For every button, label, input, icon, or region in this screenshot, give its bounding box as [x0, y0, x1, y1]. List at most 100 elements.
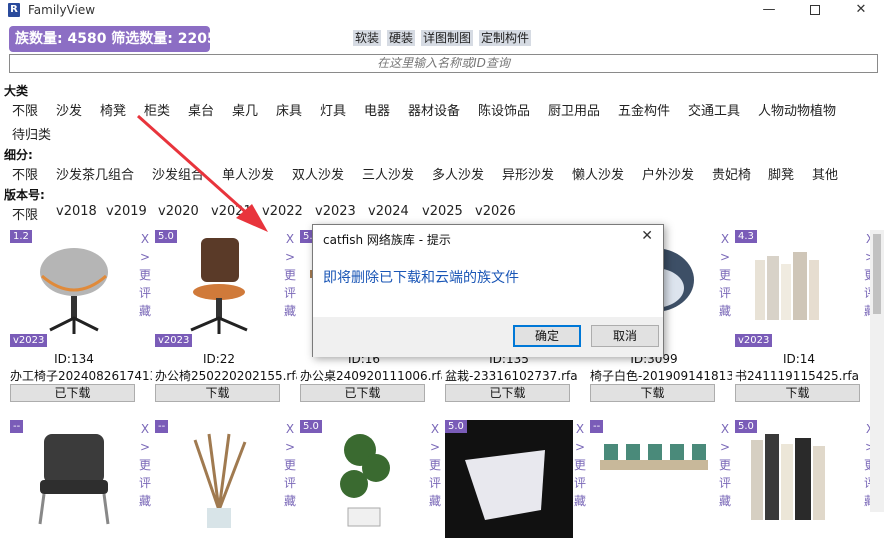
- version-item[interactable]: v2022: [262, 204, 303, 219]
- version-item[interactable]: v2026: [475, 204, 516, 219]
- subcategory-item[interactable]: 沙发茶几组合: [56, 164, 134, 183]
- expand-action[interactable]: >: [573, 438, 587, 456]
- category-item[interactable]: 床具: [276, 100, 302, 119]
- maximize-button[interactable]: [792, 0, 838, 22]
- search-input[interactable]: 在这里输入名称或ID查询: [9, 54, 878, 73]
- version-item[interactable]: v2023: [315, 204, 356, 219]
- office-chair-orange-image[interactable]: [155, 230, 283, 348]
- rate-action[interactable]: 评: [138, 284, 152, 302]
- collect-action[interactable]: 藏: [138, 302, 152, 320]
- collect-action[interactable]: 藏: [718, 302, 732, 320]
- scroll-thumb[interactable]: [873, 234, 881, 314]
- category-item[interactable]: 交通工具: [688, 100, 740, 119]
- subcategory-item[interactable]: 脚凳: [768, 164, 794, 183]
- book-stack-image[interactable]: [735, 420, 863, 538]
- delete-action[interactable]: X: [428, 420, 442, 438]
- expand-action[interactable]: >: [138, 438, 152, 456]
- category-item[interactable]: 厨卫用品: [548, 100, 600, 119]
- collect-action[interactable]: 藏: [138, 492, 152, 510]
- category-item[interactable]: 器材设备: [408, 100, 460, 119]
- download-button[interactable]: 下载: [155, 384, 280, 402]
- rate-action[interactable]: 评: [718, 284, 732, 302]
- update-action[interactable]: 更: [718, 266, 732, 284]
- category-item[interactable]: 不限: [12, 100, 38, 119]
- version-item[interactable]: v2021: [211, 204, 252, 219]
- btn-detail-drawing[interactable]: 详图制图: [421, 30, 474, 46]
- category-item[interactable]: 柜类: [144, 100, 170, 119]
- subcategory-item[interactable]: 其他: [812, 164, 838, 183]
- ok-button[interactable]: 确定: [513, 325, 581, 347]
- rate-action[interactable]: 评: [573, 474, 587, 492]
- update-action[interactable]: 更: [283, 456, 297, 474]
- btn-soft-decor[interactable]: 软装: [353, 30, 382, 46]
- download-button[interactable]: 已下载: [10, 384, 135, 402]
- subcategory-item[interactable]: 三人沙发: [362, 164, 414, 183]
- subcategory-item[interactable]: 多人沙发: [432, 164, 484, 183]
- update-action[interactable]: 更: [428, 456, 442, 474]
- download-button[interactable]: 下载: [590, 384, 715, 402]
- category-item[interactable]: 陈设饰品: [478, 100, 530, 119]
- collect-action[interactable]: 藏: [718, 492, 732, 510]
- subcategory-item[interactable]: 沙发组合: [152, 164, 204, 183]
- update-action[interactable]: 更: [718, 456, 732, 474]
- dialog-close-button[interactable]: ✕: [641, 228, 653, 244]
- subcategory-item[interactable]: 异形沙发: [502, 164, 554, 183]
- delete-action[interactable]: X: [283, 420, 297, 438]
- category-item[interactable]: 五金构件: [618, 100, 670, 119]
- delete-action[interactable]: X: [138, 420, 152, 438]
- download-button[interactable]: 已下载: [445, 384, 570, 402]
- rate-action[interactable]: 评: [283, 474, 297, 492]
- version-item[interactable]: v2025: [422, 204, 463, 219]
- delete-action[interactable]: X: [283, 230, 297, 248]
- scrollbar[interactable]: [870, 230, 884, 512]
- white-basin-image[interactable]: [445, 420, 573, 538]
- office-chair-gray-image[interactable]: [10, 230, 138, 348]
- subcategory-item[interactable]: 单人沙发: [222, 164, 274, 183]
- btn-hard-decor[interactable]: 硬装: [387, 30, 416, 46]
- version-item[interactable]: 不限: [12, 204, 38, 223]
- download-button[interactable]: 已下载: [300, 384, 425, 402]
- version-item[interactable]: v2018: [56, 204, 97, 219]
- expand-action[interactable]: >: [718, 248, 732, 266]
- collect-action[interactable]: 藏: [283, 492, 297, 510]
- cancel-button[interactable]: 取消: [591, 325, 659, 347]
- collect-action[interactable]: 藏: [283, 302, 297, 320]
- minimize-button[interactable]: —: [746, 0, 792, 22]
- close-button[interactable]: ✕: [838, 0, 884, 22]
- delete-action[interactable]: X: [573, 420, 587, 438]
- rate-action[interactable]: 评: [283, 284, 297, 302]
- category-item[interactable]: 电器: [364, 100, 390, 119]
- dried-flowers-image[interactable]: [155, 420, 283, 538]
- category-item[interactable]: 沙发: [56, 100, 82, 119]
- collect-action[interactable]: 藏: [428, 492, 442, 510]
- category-item[interactable]: 灯具: [320, 100, 346, 119]
- version-item[interactable]: v2024: [368, 204, 409, 219]
- btn-custom-component[interactable]: 定制构件: [479, 30, 532, 46]
- expand-action[interactable]: >: [283, 248, 297, 266]
- subcategory-item[interactable]: 贵妃椅: [712, 164, 751, 183]
- subcategory-item[interactable]: 双人沙发: [292, 164, 344, 183]
- books-image[interactable]: [735, 230, 863, 348]
- category-item[interactable]: 桌几: [232, 100, 258, 119]
- rate-action[interactable]: 评: [428, 474, 442, 492]
- category-item[interactable]: 椅凳: [100, 100, 126, 119]
- update-action[interactable]: 更: [573, 456, 587, 474]
- version-item[interactable]: v2020: [158, 204, 199, 219]
- download-button[interactable]: 下载: [735, 384, 860, 402]
- expand-action[interactable]: >: [718, 438, 732, 456]
- delete-action[interactable]: X: [718, 420, 732, 438]
- expand-action[interactable]: >: [428, 438, 442, 456]
- collect-action[interactable]: 藏: [573, 492, 587, 510]
- conference-chairs-image[interactable]: [590, 420, 718, 538]
- subcategory-item[interactable]: 不限: [12, 164, 38, 183]
- bonsai-plant-image[interactable]: [300, 420, 428, 538]
- subcategory-item[interactable]: 户外沙发: [642, 164, 694, 183]
- delete-action[interactable]: X: [718, 230, 732, 248]
- leather-chair-image[interactable]: [10, 420, 138, 538]
- subcategory-item[interactable]: 懒人沙发: [572, 164, 624, 183]
- category-item[interactable]: 待归类: [12, 124, 51, 143]
- update-action[interactable]: 更: [138, 266, 152, 284]
- update-action[interactable]: 更: [283, 266, 297, 284]
- rate-action[interactable]: 评: [138, 474, 152, 492]
- update-action[interactable]: 更: [138, 456, 152, 474]
